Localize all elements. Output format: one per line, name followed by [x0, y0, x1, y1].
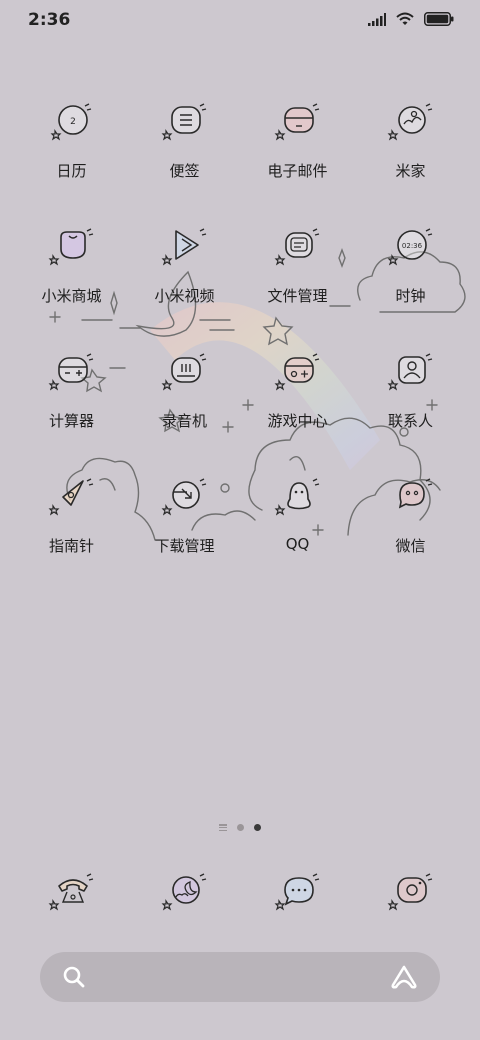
compass-icon — [48, 478, 93, 516]
app-label: 便签 — [169, 162, 200, 180]
app-label: 小米商城 — [41, 287, 102, 305]
app-label: 联系人 — [387, 412, 433, 430]
clock-icon: 02:36 — [387, 228, 432, 266]
page-indicator — [0, 824, 480, 831]
mi-video-icon — [161, 228, 206, 266]
calculator-icon — [48, 353, 93, 391]
app-file-manager[interactable]: 文件管理 — [241, 225, 354, 306]
app-label: 电子邮件 — [267, 162, 328, 180]
contacts-icon — [387, 353, 432, 391]
app-email[interactable]: 电子邮件 — [241, 100, 354, 181]
app-label: 文件管理 — [267, 287, 328, 305]
app-clock[interactable]: 02:36 时钟 — [354, 225, 467, 306]
assistant-icon[interactable] — [390, 964, 418, 990]
game-center-icon — [274, 353, 319, 391]
mijia-icon — [387, 103, 432, 141]
notes-icon — [161, 103, 206, 141]
app-label: 计算器 — [48, 412, 94, 430]
app-calculator[interactable]: 计算器 — [15, 350, 128, 431]
app-mijia[interactable]: 米家 — [354, 100, 467, 181]
app-mi-video[interactable]: 小米视频 — [128, 225, 241, 306]
app-label: 日历 — [56, 162, 87, 180]
app-downloads[interactable]: 下载管理 — [128, 475, 241, 556]
app-recorder[interactable]: 录音机 — [128, 350, 241, 431]
dock-phone[interactable] — [15, 870, 128, 920]
app-label: 指南针 — [48, 537, 94, 555]
app-label: 游戏中心 — [267, 412, 328, 430]
status-time: 2:36 — [28, 10, 71, 30]
recorder-icon — [161, 353, 206, 391]
app-label: 微信 — [395, 537, 426, 555]
clock-time: 02:36 — [401, 242, 422, 250]
qq-icon — [274, 478, 319, 516]
page-dot-1[interactable] — [237, 824, 244, 831]
calendar-date: 2 — [70, 117, 76, 127]
app-contacts[interactable]: 联系人 — [354, 350, 467, 431]
app-calendar[interactable]: 2 日历 — [15, 100, 128, 181]
app-compass[interactable]: 指南针 — [15, 475, 128, 556]
app-label: QQ — [285, 535, 310, 553]
dock-weather[interactable] — [128, 870, 241, 920]
camera-icon — [387, 873, 432, 911]
wechat-icon — [398, 478, 432, 509]
file-manager-icon — [274, 228, 319, 266]
app-label: 下载管理 — [154, 537, 215, 555]
app-label: 小米视频 — [154, 287, 215, 305]
app-qq[interactable]: QQ — [241, 475, 354, 553]
search-icon[interactable] — [62, 965, 86, 989]
email-icon — [274, 103, 319, 141]
messages-icon — [274, 873, 319, 911]
signal-icon — [368, 12, 386, 26]
calendar-icon: 2 — [50, 103, 91, 141]
page-dot-2[interactable] — [254, 824, 261, 831]
app-label: 时钟 — [395, 287, 426, 305]
mi-store-icon — [48, 228, 93, 266]
status-bar: 2:36 — [0, 0, 480, 40]
phone-icon — [48, 873, 93, 911]
app-label: 米家 — [395, 162, 426, 180]
battery-icon — [424, 12, 454, 26]
weather-icon — [161, 873, 206, 911]
dock-camera[interactable] — [354, 870, 467, 920]
wifi-icon — [396, 12, 414, 25]
app-game-center[interactable]: 游戏中心 — [241, 350, 354, 431]
app-notes[interactable]: 便签 — [128, 100, 241, 181]
search-bar[interactable] — [40, 952, 440, 1002]
app-wechat[interactable]: 微信 — [354, 475, 467, 556]
minus-one-screen-icon[interactable] — [219, 824, 227, 831]
app-mi-store[interactable]: 小米商城 — [15, 225, 128, 306]
downloads-icon — [161, 478, 206, 516]
dock-messages[interactable] — [241, 870, 354, 920]
app-label: 录音机 — [161, 412, 207, 430]
